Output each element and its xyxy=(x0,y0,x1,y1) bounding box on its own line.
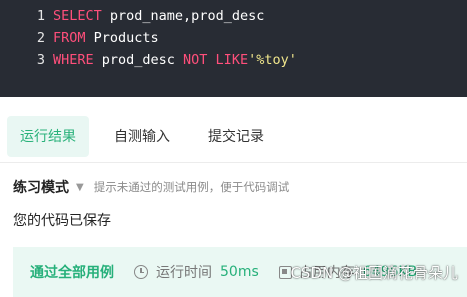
sql-string: '%toy' xyxy=(248,52,297,68)
sql-keyword: NOT LIKE xyxy=(183,52,249,68)
sql-text: prod_desc xyxy=(93,52,184,68)
code-line[interactable]: 1 SELECT prod_name,prod_desc xyxy=(0,5,467,27)
line-number: 3 xyxy=(36,52,45,68)
code-line[interactable]: 3 WHERE prod_desc NOT LIKE '%toy' xyxy=(0,49,467,71)
sql-keyword: WHERE xyxy=(53,52,94,68)
line-number: 2 xyxy=(36,30,45,46)
clock-icon xyxy=(134,265,148,279)
tab-self-test-input[interactable]: 自测输入 xyxy=(101,116,183,157)
sql-text: prod_name,prod_desc xyxy=(101,8,265,24)
mode-hint: 提示未通过的测试用例，便于代码调试 xyxy=(93,180,290,194)
result-tabs: 运行结果 自测输入 提交记录 xyxy=(0,110,467,163)
code-editor[interactable]: 1 SELECT prod_name,prod_desc 2 FROM Product… xyxy=(0,0,467,97)
saved-status: 您的代码已保存 xyxy=(13,213,111,229)
tab-run-result[interactable]: 运行结果 xyxy=(7,115,89,157)
sql-keyword: FROM xyxy=(53,30,86,46)
run-time-label: 运行时间 xyxy=(156,265,212,281)
watermark: CSDN @祖国滴花骨朵儿 xyxy=(290,264,458,282)
sql-keyword: SELECT xyxy=(53,8,102,24)
run-time-value: 50ms xyxy=(220,264,259,280)
run-time: 运行时间 50ms xyxy=(134,262,259,282)
line-number: 1 xyxy=(36,8,45,24)
pass-all-label: 通过全部用例 xyxy=(30,265,114,281)
mode-row: 练习模式 ▼ 提示未通过的测试用例，便于代码调试 xyxy=(13,176,289,198)
caret-down-icon[interactable]: ▼ xyxy=(76,182,84,193)
sql-text: Products xyxy=(85,30,159,46)
tab-submission-history[interactable]: 提交记录 xyxy=(195,116,277,157)
code-line[interactable]: 2 FROM Products xyxy=(0,27,467,49)
practice-mode-select[interactable]: 练习模式 xyxy=(13,177,69,197)
